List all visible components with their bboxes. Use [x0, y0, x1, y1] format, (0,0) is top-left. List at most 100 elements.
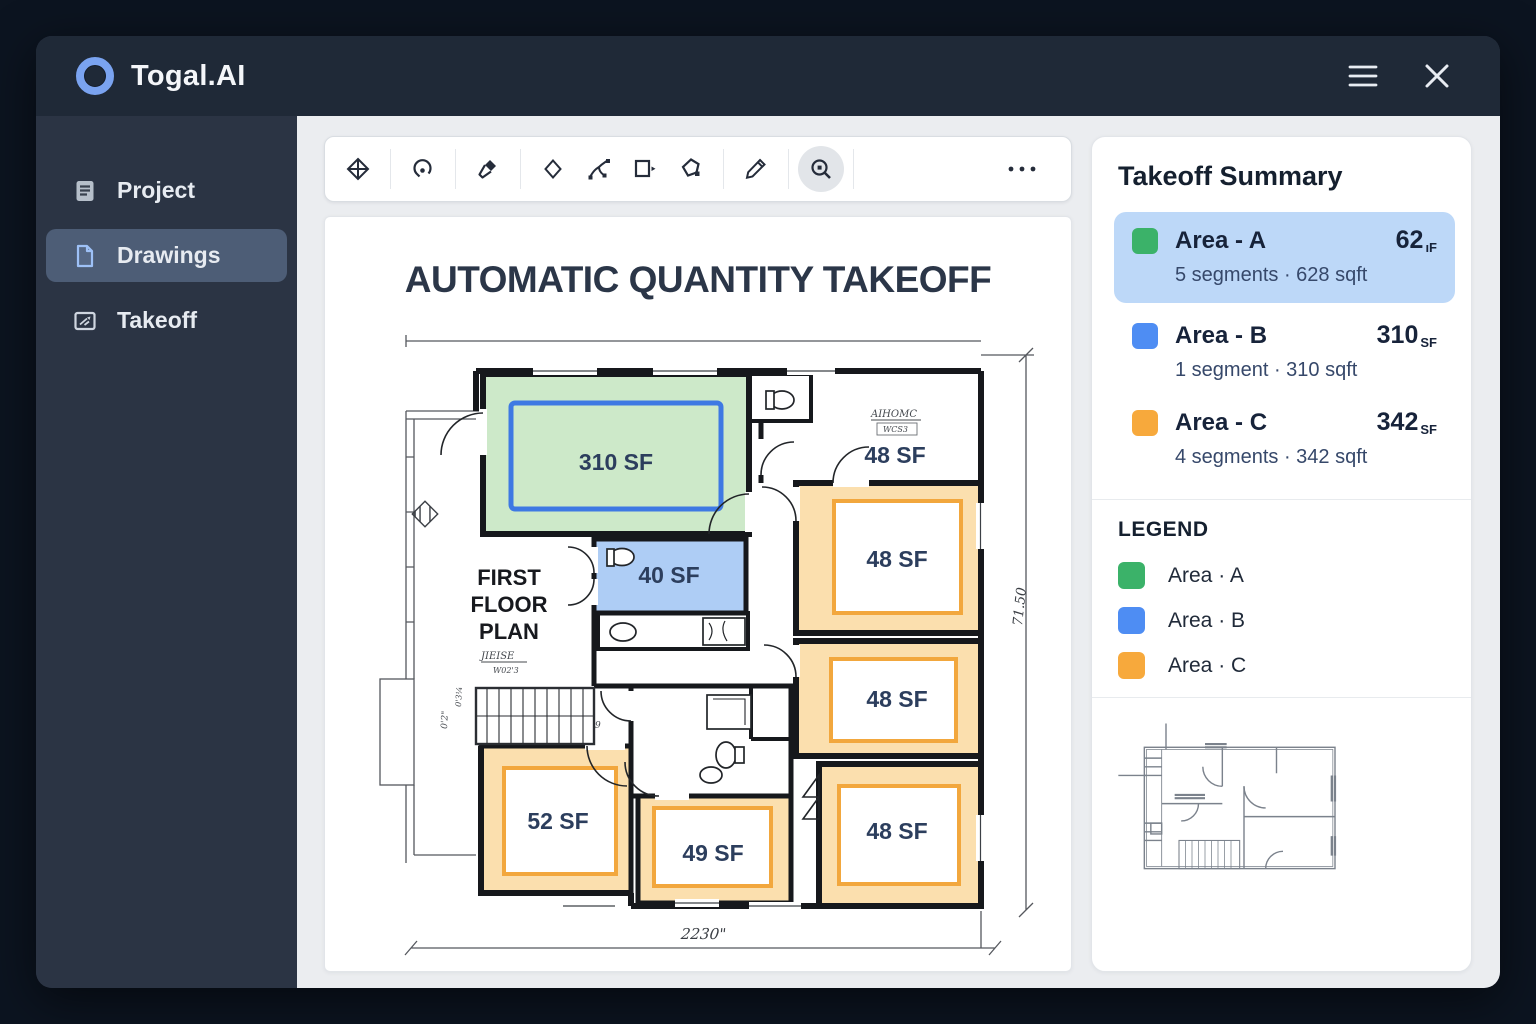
area-detail: 5 segments · 628 sqft: [1175, 264, 1368, 286]
pencil-icon: [745, 158, 766, 180]
legend-heading: LEGEND: [1118, 518, 1209, 541]
hamburger-icon: [1348, 65, 1378, 87]
room-label: 48 SF: [866, 686, 927, 712]
room-label: 48 SF: [864, 442, 925, 468]
sidebar-item-label: Takeoff: [117, 307, 198, 333]
app-title: Togal.AI: [131, 59, 246, 92]
legend-item-a: Area · A: [1118, 562, 1455, 589]
close-button[interactable]: [1420, 59, 1454, 93]
floor-plan: 71.50 2230" AIHOMC WCS3 JIEISE W02'3 0'2…: [379, 335, 1034, 956]
ellipsis-icon: [1008, 166, 1036, 172]
svg-text:0'2": 0'2": [440, 711, 451, 730]
toolbar-divider: [788, 149, 789, 189]
svg-text:WCS3: WCS3: [883, 425, 908, 434]
plan-thumbnail-drawing: [1118, 723, 1337, 870]
area-summary-card-a[interactable]: Area - A 62 ıF 5 segments · 628 sqft: [1114, 212, 1455, 303]
takeoff-measure-icon: [74, 311, 96, 330]
legend-item-c: Area · C: [1118, 652, 1455, 679]
area-name: Area - B: [1175, 321, 1268, 349]
svg-text:2230": 2230": [679, 925, 727, 943]
panel-title: Takeoff Summary: [1118, 161, 1343, 191]
togal-logo-icon: [76, 57, 114, 95]
tool-split-path-button[interactable]: [576, 146, 622, 192]
canvas-title: AUTOMATIC QUANTITY TAKEOFF: [404, 259, 992, 300]
svg-text:AIHOMC: AIHOMC: [870, 409, 917, 420]
area-a-swatch: [1132, 227, 1158, 254]
drawing-toolbar: [324, 136, 1072, 202]
svg-text:W02'3: W02'3: [493, 666, 519, 675]
legend-label: Area · B: [1168, 608, 1246, 632]
area-value: 62 ıF: [1395, 226, 1437, 255]
drawing-canvas[interactable]: AUTOMATIC QUANTITY TAKEOFF 71.50 2230" A…: [324, 216, 1072, 972]
tool-marker-button[interactable]: [465, 146, 511, 192]
plan-title: FIRST FLOOR PLAN: [471, 565, 548, 644]
panel-divider: [1092, 697, 1471, 698]
area-detail: 1 segment · 310 sqft: [1175, 359, 1358, 381]
legend-label: Area · A: [1168, 563, 1244, 587]
legend-label: Area · C: [1168, 653, 1247, 677]
area-name: Area - A: [1175, 226, 1267, 254]
panel-divider: [1092, 499, 1471, 500]
legend-item-b: Area · B: [1118, 607, 1455, 634]
tool-lasso-button[interactable]: [400, 146, 446, 192]
sidebar-item-takeoff[interactable]: Takeoff: [46, 294, 287, 347]
toolbar-divider: [723, 149, 724, 189]
app-window: Togal.AI Project Drawings Takeoff AUTOMA…: [36, 36, 1500, 988]
split-path-icon: [588, 159, 610, 180]
area-value: 310 SF: [1376, 321, 1437, 350]
area-detail: 4 segments · 342 sqft: [1175, 446, 1368, 468]
svg-text:71.50: 71.50: [1010, 586, 1030, 627]
area-b-swatch: [1132, 322, 1158, 349]
tool-diamond-button[interactable]: [530, 146, 576, 192]
sidebar-item-label: Project: [117, 177, 195, 203]
svg-text:FLOOR: FLOOR: [471, 592, 548, 617]
rectangle-select-icon: [634, 159, 656, 178]
polygon-icon: [681, 158, 700, 177]
legend-swatch-blue: [1118, 607, 1145, 634]
dimension-right: 71.50: [1010, 586, 1030, 627]
svg-text:JIEISE: JIEISE: [479, 651, 515, 662]
room-label: 48 SF: [866, 818, 927, 844]
sidebar-item-drawings[interactable]: Drawings: [46, 229, 287, 282]
close-icon: [1425, 64, 1449, 88]
drawings-page-icon: [76, 244, 94, 267]
room-label: 40 SF: [638, 562, 699, 588]
takeoff-summary-panel: Takeoff Summary Area - A 62 ıF 5 segments…: [1091, 136, 1472, 972]
hatch-symbol: [411, 500, 439, 528]
svg-text:PLAN: PLAN: [479, 619, 539, 644]
legend-swatch-green: [1118, 562, 1145, 589]
area-summary-row-b[interactable]: Area - B 310 SF 1 segment · 310 sqft: [1114, 309, 1455, 396]
dimension-bottom: 2230": [679, 925, 727, 943]
toolbar-divider: [455, 149, 456, 189]
toolbar-divider: [390, 149, 391, 189]
tool-polygon-button[interactable]: [668, 146, 714, 192]
marker-icon: [478, 160, 496, 179]
svg-text:9: 9: [595, 721, 601, 731]
tool-pencil-button[interactable]: [733, 146, 779, 192]
title-bar: Togal.AI: [36, 36, 1500, 116]
legend-swatch-orange: [1118, 652, 1145, 679]
zoom-search-icon: [811, 159, 831, 179]
room-label: 49 SF: [682, 840, 743, 866]
tool-zoom-search-button[interactable]: [798, 146, 844, 192]
project-document-icon: [76, 180, 94, 201]
compass-diamond-icon: [346, 157, 370, 181]
lasso-icon: [413, 159, 432, 178]
tool-compass-diamond-button[interactable]: [335, 146, 381, 192]
area-c-swatch: [1132, 409, 1158, 436]
plan-thumbnail[interactable]: [1114, 716, 1455, 906]
room-label: 310 SF: [579, 449, 653, 475]
area-name: Area - C: [1175, 408, 1268, 436]
sidebar: Project Drawings Takeoff: [36, 116, 297, 988]
area-value: 342 SF: [1376, 408, 1437, 437]
menu-button[interactable]: [1346, 59, 1380, 93]
svg-text:0'3¼: 0'3¼: [454, 687, 464, 708]
room-label: 52 SF: [527, 808, 588, 834]
main-area: AUTOMATIC QUANTITY TAKEOFF 71.50 2230" A…: [297, 116, 1500, 988]
room-label: 48 SF: [866, 546, 927, 572]
tool-rectangle-select-button[interactable]: [622, 146, 668, 192]
more-tools-button[interactable]: [999, 146, 1045, 192]
sidebar-item-project[interactable]: Project: [46, 164, 287, 217]
toolbar-divider: [520, 149, 521, 189]
area-summary-row-c[interactable]: Area - C 342 SF 4 segments · 342 sqft: [1114, 396, 1455, 483]
